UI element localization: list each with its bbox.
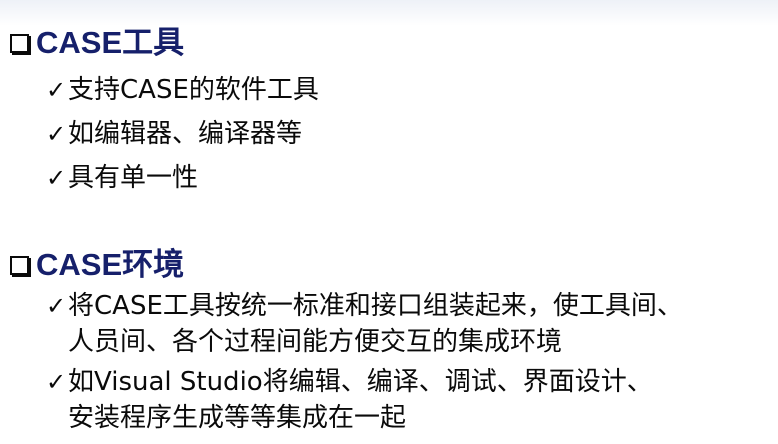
list-item: ✓ 将CASE工具按统一标准和接口组装起来，使工具间、 人员间、各个过程间能方便… [46, 288, 683, 360]
item-line: 将CASE工具按统一标准和接口组装起来，使工具间、 [68, 291, 683, 321]
checkbox-square-icon [10, 33, 29, 53]
item-line: 具有单一性 [68, 163, 199, 193]
heading-text: CASE环境 [36, 247, 185, 282]
checkmark-icon: ✓ [46, 120, 67, 148]
checkmark-icon: ✓ [46, 76, 67, 104]
list-item: ✓ 如编辑器、编译器等 [46, 116, 319, 152]
section-case-tools: CASE工具 ✓ 支持CASE的软件工具 ✓ 如编辑器、编译器等 ✓ 具有单一性 [10, 24, 319, 196]
checkmark-icon: ✓ [46, 164, 67, 192]
list-item: ✓ 具有单一性 [46, 160, 319, 196]
item-line: 支持CASE的软件工具 [68, 75, 319, 105]
heading-text: CASE工具 [36, 25, 185, 60]
top-gradient-band [0, 0, 778, 26]
section-heading: CASE工具 [10, 24, 319, 62]
checkmark-icon: ✓ [46, 292, 67, 320]
section-heading: CASE环境 [10, 246, 683, 284]
bullet-list: ✓ 将CASE工具按统一标准和接口组装起来，使工具间、 人员间、各个过程间能方便… [10, 288, 683, 436]
item-line: 人员间、各个过程间能方便交互的集成环境 [68, 327, 563, 357]
item-line: 如编辑器、编译器等 [68, 119, 303, 149]
checkbox-square-icon [10, 255, 29, 275]
item-line: 如Visual Studio将编辑、编译、调试、界面设计、 [68, 367, 653, 397]
bullet-list: ✓ 支持CASE的软件工具 ✓ 如编辑器、编译器等 ✓ 具有单一性 [10, 72, 319, 196]
checkmark-icon: ✓ [46, 368, 67, 396]
item-line: 安装程序生成等等集成在一起 [68, 403, 407, 433]
list-item: ✓ 如Visual Studio将编辑、编译、调试、界面设计、 安装程序生成等等… [46, 364, 683, 436]
list-item: ✓ 支持CASE的软件工具 [46, 72, 319, 108]
section-case-environment: CASE环境 ✓ 将CASE工具按统一标准和接口组装起来，使工具间、 人员间、各… [10, 246, 683, 436]
